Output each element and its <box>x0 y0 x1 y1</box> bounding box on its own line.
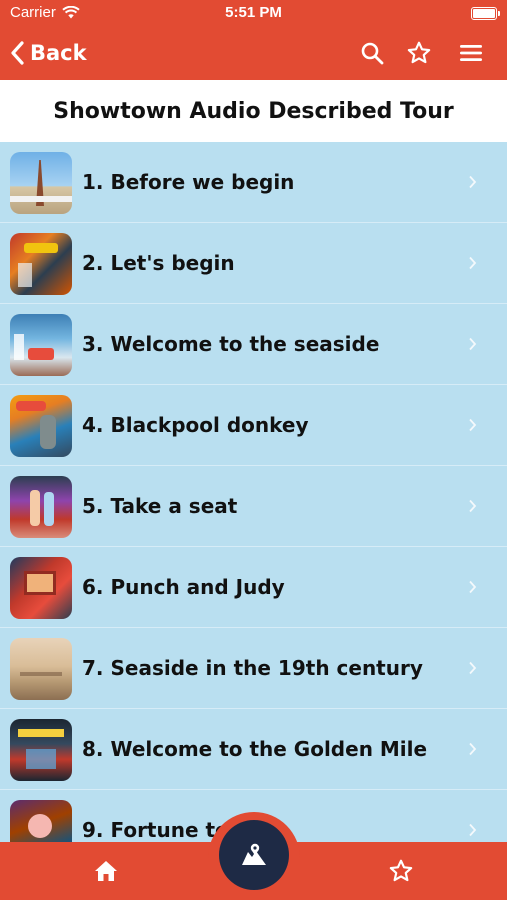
tour-item-label: 7. Seaside in the 19th century <box>82 656 423 680</box>
favorites-button[interactable] <box>405 39 433 67</box>
search-icon <box>361 42 384 65</box>
tour-item[interactable]: 1. Before we begin <box>0 142 507 223</box>
tour-item[interactable]: 7. Seaside in the 19th century <box>0 628 507 709</box>
back-label: Back <box>30 41 87 65</box>
tour-item-thumbnail <box>10 152 72 214</box>
tour-item-thumbnail <box>10 314 72 376</box>
chevron-right-icon <box>469 742 477 756</box>
chevron-right-icon <box>469 175 477 189</box>
chevron-left-icon <box>11 41 24 65</box>
page-title: Showtown Audio Described Tour <box>53 98 454 124</box>
chevron-right-icon <box>469 661 477 675</box>
chevron-right-icon <box>469 823 477 837</box>
tour-item[interactable]: 3. Welcome to the seaside <box>0 304 507 385</box>
map-icon <box>242 843 266 865</box>
chevron-right-icon <box>469 418 477 432</box>
tour-item-label: 6. Punch and Judy <box>82 575 285 599</box>
tour-item-thumbnail <box>10 800 72 842</box>
tour-item[interactable]: 8. Welcome to the Golden Mile <box>0 709 507 790</box>
tour-item-label: 8. Welcome to the Golden Mile <box>82 737 428 761</box>
tab-favorites[interactable] <box>386 856 416 886</box>
chevron-right-icon <box>469 580 477 594</box>
nav-bar: Back <box>0 28 507 80</box>
tour-item-thumbnail <box>10 395 72 457</box>
tour-item-label: 1. Before we begin <box>82 170 295 194</box>
home-icon <box>95 861 117 881</box>
tour-item-thumbnail <box>10 233 72 295</box>
back-button[interactable]: Back <box>10 38 87 68</box>
chevron-right-icon <box>469 337 477 351</box>
chevron-right-icon <box>469 499 477 513</box>
tour-item-label: 3. Welcome to the seaside <box>82 332 380 356</box>
tour-item[interactable]: 6. Punch and Judy <box>0 547 507 628</box>
tour-item[interactable]: 4. Blackpool donkey <box>0 385 507 466</box>
tour-item-thumbnail <box>10 557 72 619</box>
tour-item-label: 2. Let's begin <box>82 251 235 275</box>
map-button[interactable] <box>219 820 289 890</box>
title-bar: Showtown Audio Described Tour <box>0 80 507 142</box>
menu-button[interactable] <box>457 39 485 67</box>
search-button[interactable] <box>358 39 386 67</box>
tour-item-thumbnail <box>10 719 72 781</box>
star-icon <box>407 41 431 64</box>
chevron-right-icon <box>469 256 477 270</box>
tour-item-label: 5. Take a seat <box>82 494 238 518</box>
status-bar: Carrier 5:51 PM <box>0 0 507 28</box>
tour-item[interactable]: 2. Let's begin <box>0 223 507 304</box>
tour-list: 1. Before we begin 2. Let's begin 3. Wel… <box>0 142 507 842</box>
menu-icon <box>460 45 482 61</box>
tour-item-label: 4. Blackpool donkey <box>82 413 309 437</box>
tab-home[interactable] <box>91 856 121 886</box>
battery-icon <box>471 7 500 20</box>
header: Carrier 5:51 PM Back <box>0 0 507 80</box>
star-icon <box>389 859 413 882</box>
tour-item-thumbnail <box>10 638 72 700</box>
status-time: 5:51 PM <box>225 4 282 21</box>
tour-item[interactable]: 5. Take a seat <box>0 466 507 547</box>
tour-item-thumbnail <box>10 476 72 538</box>
